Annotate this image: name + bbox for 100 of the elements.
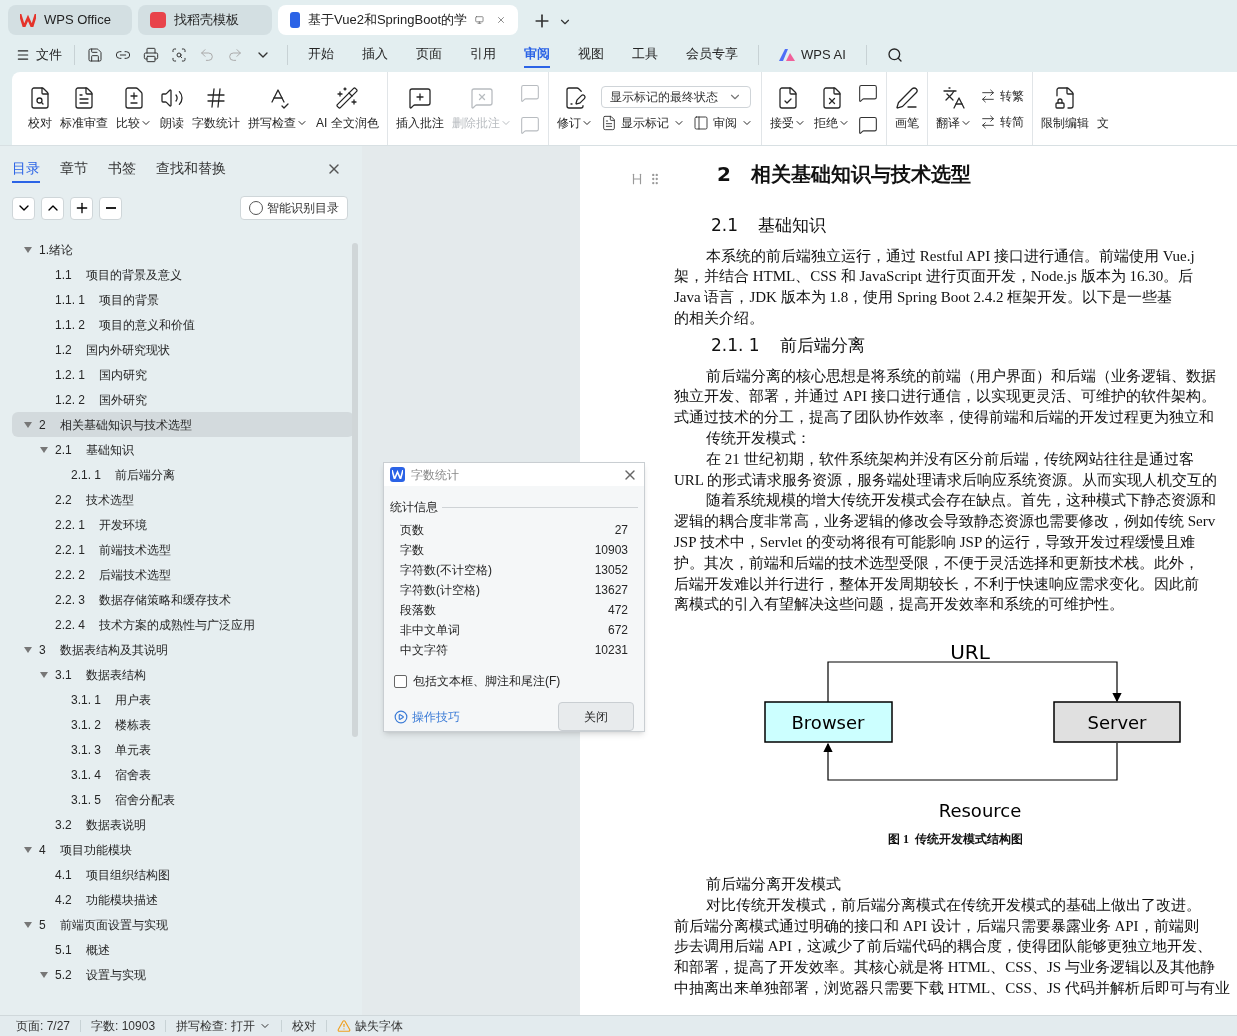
- word-count-indicator[interactable]: 字数: 10903: [91, 1017, 156, 1035]
- ribbon-tab[interactable]: 页面: [416, 42, 442, 68]
- document-tab[interactable]: 找稻壳模板: [138, 5, 272, 35]
- display-mode-select[interactable]: 显示标记的最终状态: [600, 85, 751, 108]
- ribbon-button[interactable]: 比较: [112, 78, 156, 139]
- outline-item[interactable]: 5.2 设置与实现: [12, 962, 354, 987]
- ribbon-tab[interactable]: 工具: [632, 42, 658, 68]
- ribbon-button[interactable]: 拒绝: [809, 78, 854, 139]
- expand-triangle-icon[interactable]: [24, 245, 32, 254]
- outline-item[interactable]: 1.1. 2 项目的意义和价值: [12, 312, 354, 337]
- section-title: 统计信息: [390, 499, 438, 516]
- ribbon-button[interactable]: 转简: [979, 112, 1024, 131]
- outline-item[interactable]: 3.1. 2 楼栋表: [12, 712, 354, 737]
- expand-triangle-icon[interactable]: [24, 845, 32, 854]
- outline-item[interactable]: 3.1. 4 宿舍表: [12, 762, 354, 787]
- ribbon-tab[interactable]: 开始: [308, 42, 334, 68]
- paragraph-line: 前后端分离模式通过明确的接口和 API 设计，后端只需要暴露业务 API，前端则: [674, 916, 1200, 936]
- outline-item[interactable]: 3.2 数据表说明: [12, 812, 354, 837]
- pane-tab[interactable]: 查找和替换: [156, 155, 226, 183]
- outline-item[interactable]: 4.2 功能模块描述: [12, 887, 354, 912]
- ribbon-button[interactable]: 文: [1092, 78, 1113, 139]
- outline-item[interactable]: 5 前端页面设置与实现: [12, 912, 354, 937]
- expand-triangle-icon[interactable]: [24, 920, 32, 929]
- spell-check-toggle[interactable]: 拼写检查: 打开: [176, 1017, 271, 1035]
- ribbon-button[interactable]: AI 全文润色: [312, 78, 383, 139]
- ribbon-tab[interactable]: 审阅: [524, 42, 550, 68]
- scrollbar-thumb[interactable]: [352, 243, 358, 737]
- pane-tab[interactable]: 书签: [108, 155, 136, 183]
- pane-tab[interactable]: 目录: [12, 155, 40, 183]
- outline-item[interactable]: 2.2 技术选型: [12, 487, 354, 512]
- ribbon-button[interactable]: 翻译: [931, 78, 976, 139]
- document-tab[interactable]: WPS Office: [8, 5, 132, 35]
- outline-item[interactable]: 4.1 项目组织结构图: [12, 862, 354, 887]
- ribbon-button[interactable]: 字数统计: [188, 78, 244, 139]
- outline-item[interactable]: 4 项目功能模块: [12, 837, 354, 862]
- expand-triangle-icon[interactable]: [40, 445, 48, 454]
- close-button[interactable]: 关闭: [558, 702, 634, 731]
- expand-triangle-icon[interactable]: [40, 670, 48, 679]
- outline-item[interactable]: 3.1. 5 宿舍分配表: [12, 787, 354, 812]
- paragraph-line: 随着系统规模的增大传统开发模式会存在缺点。首先，这种模式下静态资源和: [705, 491, 1217, 511]
- ribbon-button[interactable]: 画笔: [890, 78, 923, 139]
- outline-item[interactable]: 2 相关基础知识与技术选型: [12, 412, 354, 437]
- add-button[interactable]: [70, 196, 93, 220]
- outline-item[interactable]: 3.1. 3 单元表: [12, 737, 354, 762]
- outline-item[interactable]: 1.绪论: [12, 237, 354, 262]
- outline-item[interactable]: 2.2. 3 数据存储策略和缓存技术: [12, 587, 354, 612]
- expand-triangle-icon[interactable]: [40, 970, 48, 979]
- outline-item[interactable]: 1.2. 2 国外研究: [12, 387, 354, 412]
- outline-item[interactable]: 2.2. 1 开发环境: [12, 512, 354, 537]
- file-menu[interactable]: 文件: [16, 45, 62, 65]
- ribbon-button[interactable]: 审阅: [692, 113, 753, 132]
- ribbon-tab[interactable]: 视图: [578, 42, 604, 68]
- proofread-status[interactable]: 校对: [291, 1017, 316, 1035]
- outline-item[interactable]: 2.1. 1 前后端分离: [12, 462, 354, 487]
- missing-font-status[interactable]: 缺失字体: [354, 1017, 403, 1035]
- outline-item[interactable]: 1.2. 1 国内研究: [12, 362, 354, 387]
- ribbon-button[interactable]: 限制编辑: [1036, 78, 1093, 139]
- ribbon-button[interactable]: 标准审查: [56, 78, 112, 139]
- expand-triangle-icon[interactable]: [24, 420, 32, 429]
- search-icon[interactable]: [886, 47, 903, 63]
- outline-item[interactable]: 1.1. 1 项目的背景: [12, 287, 354, 312]
- ribbon-tab[interactable]: 引用: [470, 42, 496, 68]
- ribbon-button[interactable]: 显示标记: [600, 113, 685, 132]
- ribbon-button[interactable]: 拼写检查: [244, 78, 312, 139]
- outline-item[interactable]: 3.1. 1 用户表: [12, 687, 354, 712]
- paragraph-line: 和部署，提高了开发效率。其核心就是将 HTML、CSS、JS 与业务逻辑以及其他静: [674, 958, 1216, 978]
- ribbon-button[interactable]: 插入批注: [391, 78, 448, 139]
- tips-link[interactable]: 操作技巧: [394, 707, 460, 726]
- ribbon-tab[interactable]: 会员专享: [686, 42, 738, 68]
- ribbon-tab[interactable]: 插入: [362, 42, 388, 68]
- remove-button[interactable]: [99, 196, 122, 220]
- outline-item[interactable]: 5.1 概述: [12, 937, 354, 962]
- outline-item[interactable]: 3.1 数据表结构: [12, 662, 354, 687]
- comment-icon[interactable]: [857, 114, 878, 135]
- outline-item[interactable]: 2.2. 2 后端技术选型: [12, 562, 354, 587]
- outline-item[interactable]: 3 数据表结构及其说明: [12, 637, 354, 662]
- expand-triangle-icon[interactable]: [24, 645, 32, 654]
- outline-item[interactable]: 1.1 项目的背景及意义: [12, 262, 354, 287]
- outline-item[interactable]: 2.1 基础知识: [12, 437, 354, 462]
- print-preview-icon[interactable]: [171, 47, 187, 63]
- comment-icon[interactable]: [857, 82, 878, 103]
- ribbon-button[interactable]: 朗读: [156, 78, 188, 139]
- expand-button[interactable]: [41, 196, 64, 220]
- ribbon-button[interactable]: 修订: [552, 78, 597, 139]
- ribbon-button[interactable]: 校对: [24, 78, 56, 139]
- monitor-icon[interactable]: [475, 13, 484, 27]
- outline-item[interactable]: 1.2 国内外研究现状: [12, 337, 354, 362]
- save-icon[interactable]: [87, 47, 103, 63]
- checkbox[interactable]: [394, 674, 407, 688]
- collapse-button[interactable]: [12, 196, 35, 220]
- ribbon-button[interactable]: 转繁: [979, 86, 1024, 105]
- document-tab[interactable]: 基于Vue2和SpringBoot的学: [278, 5, 518, 35]
- print-icon[interactable]: [143, 47, 159, 63]
- outline-item[interactable]: 2.2. 1 前端技术选型: [12, 537, 354, 562]
- ribbon-button[interactable]: 接受: [765, 78, 810, 139]
- outline-item[interactable]: 2.2. 4 技术方案的成熟性与广泛应用: [12, 612, 354, 637]
- smart-toc-button[interactable]: 智能识别目录: [240, 196, 348, 220]
- pane-tab[interactable]: 章节: [60, 155, 88, 183]
- heading-icon[interactable]: [630, 172, 644, 186]
- ai-button[interactable]: WPS AI: [779, 45, 846, 65]
